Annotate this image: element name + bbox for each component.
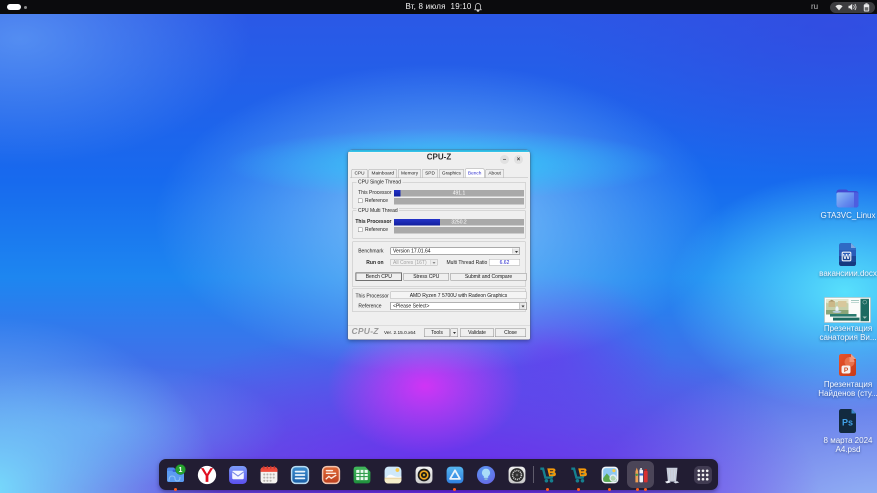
svg-text:W: W xyxy=(843,252,851,261)
svg-text:Ps: Ps xyxy=(842,418,853,428)
svg-text:P: P xyxy=(844,367,849,374)
svg-text:1: 1 xyxy=(179,467,183,474)
